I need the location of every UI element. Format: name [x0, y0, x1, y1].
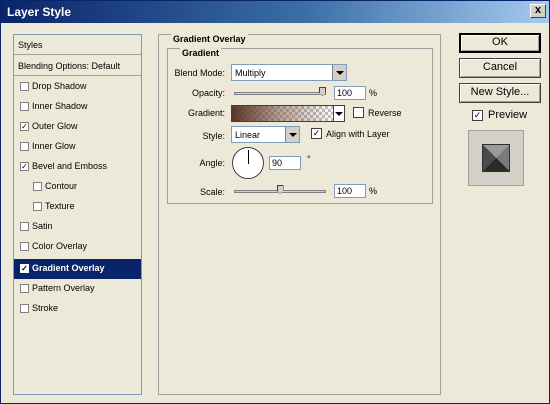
layer-style-dialog: Layer Style x Styles Blending Options: D…	[0, 0, 550, 404]
style-item-color-overlay[interactable]: Color Overlay	[14, 237, 141, 257]
style-item-outer-glow[interactable]: ✓ Outer Glow	[14, 117, 141, 137]
title-bar[interactable]: Layer Style x	[1, 1, 549, 23]
style-item-label: Texture	[45, 201, 75, 211]
gradient-group-title: Gradient	[180, 48, 222, 58]
drop-shadow-checkbox[interactable]	[20, 82, 29, 91]
style-item-label: Stroke	[32, 303, 59, 313]
style-item-stroke[interactable]: Stroke	[14, 299, 141, 319]
style-item-label: Color Overlay	[32, 241, 88, 251]
style-item-label: Drop Shadow	[32, 81, 87, 91]
opacity-label: Opacity:	[191, 88, 225, 98]
reverse-label: Reverse	[368, 108, 402, 118]
style-value: Linear	[235, 130, 261, 140]
style-item-label: Contour	[45, 181, 78, 191]
styles-list: Styles Blending Options: Default Drop Sh…	[13, 34, 142, 395]
window-title: Layer Style	[7, 5, 72, 19]
opacity-unit: %	[369, 88, 378, 98]
color-overlay-checkbox[interactable]	[20, 242, 29, 251]
style-item-texture[interactable]: Texture	[14, 197, 141, 217]
opacity-slider-track[interactable]	[234, 92, 326, 95]
style-item-label: Satin	[32, 221, 53, 231]
stroke-checkbox[interactable]	[20, 304, 29, 313]
inner-shadow-checkbox[interactable]	[20, 102, 29, 111]
ok-button[interactable]: OK	[459, 33, 541, 53]
blend-mode-label: Blend Mode:	[174, 68, 225, 78]
scale-input[interactable]: 100	[334, 184, 366, 198]
preview-checkbox[interactable]: ✓	[472, 110, 483, 121]
preview-label: Preview	[488, 109, 528, 121]
style-item-contour[interactable]: Contour	[14, 177, 141, 197]
bevel-emboss-checkbox[interactable]: ✓	[20, 162, 29, 171]
style-item-label: Gradient Overlay	[32, 263, 105, 273]
angle-input[interactable]: 90	[269, 156, 301, 170]
reverse-checkbox[interactable]	[353, 107, 364, 118]
style-item-satin[interactable]: Satin	[14, 217, 141, 237]
texture-checkbox[interactable]	[33, 202, 42, 211]
opacity-input[interactable]: 100	[334, 86, 366, 100]
angle-dial-needle	[248, 150, 249, 164]
align-with-layer-label: Align with Layer	[326, 129, 390, 139]
align-with-layer-checkbox[interactable]: ✓	[311, 128, 322, 139]
angle-dial[interactable]	[232, 147, 264, 179]
style-item-label: Pattern Overlay	[32, 283, 95, 293]
outer-glow-checkbox[interactable]: ✓	[20, 122, 29, 131]
style-item-pattern-overlay[interactable]: Pattern Overlay	[14, 279, 141, 299]
satin-checkbox[interactable]	[20, 222, 29, 231]
scale-label: Scale:	[199, 187, 225, 197]
style-item-gradient-overlay[interactable]: ✓ Gradient Overlay	[14, 259, 141, 279]
style-item-inner-glow[interactable]: Inner Glow	[14, 137, 141, 157]
new-style-button[interactable]: New Style...	[459, 83, 541, 103]
styles-header[interactable]: Styles	[14, 35, 141, 55]
angle-label: Angle:	[199, 158, 225, 168]
style-item-drop-shadow[interactable]: Drop Shadow	[14, 77, 141, 97]
gradient-overlay-checkbox[interactable]: ✓	[20, 264, 29, 273]
close-button[interactable]: x	[530, 4, 546, 18]
gradient-dropdown-button[interactable]	[334, 105, 345, 122]
style-item-label: Inner Shadow	[32, 101, 88, 111]
style-item-inner-shadow[interactable]: Inner Shadow	[14, 97, 141, 117]
gradient-label: Gradient:	[187, 108, 225, 118]
style-item-label: Bevel and Emboss	[32, 161, 108, 171]
chevron-down-icon	[332, 65, 346, 80]
style-item-label: Outer Glow	[32, 121, 78, 131]
style-item-label: Inner Glow	[32, 141, 76, 151]
scale-unit: %	[369, 186, 378, 196]
style-select[interactable]: Linear	[231, 126, 300, 143]
gradient-picker[interactable]	[231, 105, 334, 122]
pattern-overlay-checkbox[interactable]	[20, 284, 29, 293]
preview-thumbnail	[482, 144, 510, 172]
cancel-button[interactable]: Cancel	[459, 58, 541, 78]
inner-glow-checkbox[interactable]	[20, 142, 29, 151]
style-item-bevel-and-emboss[interactable]: ✓ Bevel and Emboss	[14, 157, 141, 177]
blending-options-item[interactable]: Blending Options: Default	[14, 56, 141, 76]
blend-mode-select[interactable]: Multiply	[231, 64, 347, 81]
contour-checkbox[interactable]	[33, 182, 42, 191]
blend-mode-value: Multiply	[235, 68, 266, 78]
style-preview	[468, 130, 524, 186]
panel-title: Gradient Overlay	[171, 34, 248, 44]
angle-unit: °	[307, 154, 311, 164]
style-label: Style:	[202, 131, 225, 141]
chevron-down-icon	[285, 127, 299, 142]
